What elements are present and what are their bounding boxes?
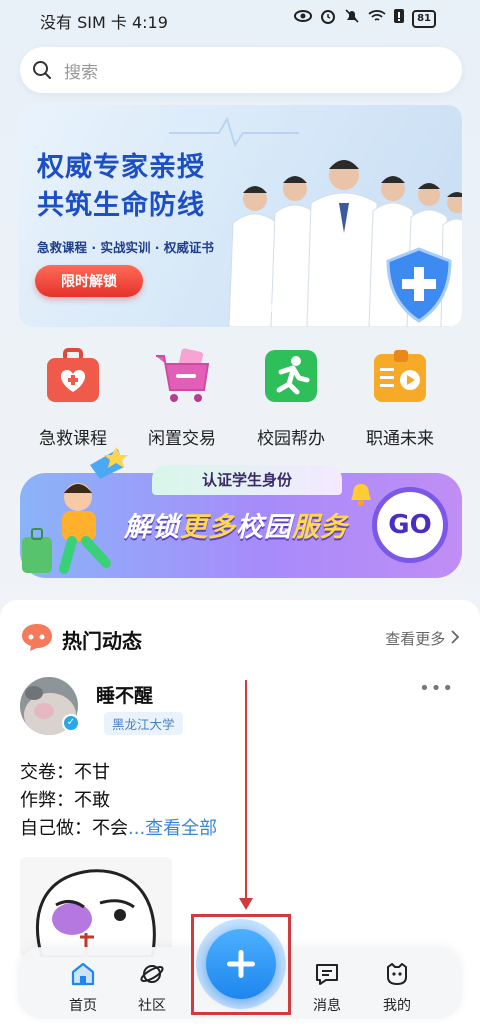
status-bar: 没有 SIM 卡 4:19 81 (0, 0, 480, 36)
status-text: 没有 SIM 卡 4:19 (40, 13, 168, 32)
quick-actions: 急救课程 闲置交易 校园帮办 职通未来 (0, 348, 480, 449)
promo-headline: 解锁更多校园服务 (124, 505, 348, 544)
nav-label: 消息 (313, 998, 341, 1014)
unlock-button[interactable]: 限时解锁 (35, 265, 143, 297)
banner-title-line1: 权威专家亲授 (37, 152, 205, 183)
promo-carousel[interactable]: 权威专家亲授 共筑生命防线 急救课程 · 实战实训 · 权威证书 限时解锁 (19, 105, 462, 327)
alarm-icon (320, 8, 336, 29)
nav-item-profile[interactable]: 我的 (367, 961, 427, 1015)
more-options-icon[interactable]: ••• (419, 678, 454, 699)
meme-face-image (20, 857, 172, 957)
search-bar[interactable]: 搜索 (20, 47, 462, 93)
banner-subtitle: 急救课程 · 实战实训 · 权威证书 (37, 240, 214, 255)
annotation-arrow-line (245, 680, 247, 902)
wifi-icon (368, 9, 386, 28)
school-badge: 黑龙江大学 (104, 712, 183, 735)
nav-label: 社区 (138, 998, 166, 1014)
alert-icon (394, 8, 405, 29)
carousel-dot-active (244, 304, 264, 312)
promo-text-campus: 校园 (236, 512, 292, 543)
nav-item-community[interactable]: 社区 (122, 961, 182, 1015)
search-input[interactable]: 搜索 (64, 58, 98, 83)
promo-text-unlock: 解锁 (124, 512, 180, 543)
quick-action-career[interactable]: 职通未来 (345, 348, 455, 449)
feed-title: 热门动态 (62, 629, 142, 653)
see-more-link[interactable]: 查看更多 (385, 628, 460, 649)
post-text-line: 交卷：不甘 (20, 762, 110, 783)
carousel-indicator (231, 304, 277, 312)
shield-icon (386, 247, 452, 323)
bell-icon (351, 484, 371, 506)
expand-link[interactable]: ...查看全部 (128, 818, 217, 839)
annotation-highlight-box (191, 914, 291, 1015)
shopping-cart-icon (156, 348, 210, 402)
status-icons: 81 (294, 8, 436, 29)
post-image[interactable] (20, 857, 172, 957)
nav-label: 首页 (69, 998, 97, 1014)
planet-icon (140, 965, 164, 983)
hot-chat-bubble-icon (22, 624, 52, 651)
first-aid-kit-icon (47, 348, 99, 402)
carousel-dot (269, 304, 277, 312)
quick-action-campus-help[interactable]: 校园帮办 (236, 348, 346, 449)
quick-action-secondhand[interactable]: 闲置交易 (127, 348, 237, 449)
profile-face-icon (387, 963, 407, 985)
battery-icon: 81 (412, 9, 436, 28)
student-verify-banner[interactable]: 认证学生身份 解锁更多校园服务 GO (20, 445, 462, 585)
post-text-line: 自己做：不会...查看全部 (20, 814, 217, 840)
see-more-label: 查看更多 (385, 630, 446, 648)
promo-tab: 认证学生身份 (152, 465, 342, 495)
carousel-dot (231, 304, 239, 312)
post-text-line: 作弊：不敢 (20, 790, 110, 811)
promo-text-service: 服务 (292, 512, 348, 543)
running-person-icon (265, 350, 317, 402)
nav-item-messages[interactable]: 消息 (297, 961, 357, 1015)
quick-action-first-aid[interactable]: 急救课程 (18, 348, 128, 449)
promo-text-more: 更多 (180, 512, 236, 543)
nav-label: 我的 (383, 998, 411, 1014)
search-icon (20, 60, 64, 80)
annotation-arrow-head (239, 898, 253, 910)
post-author[interactable]: 睡不醒 (96, 681, 153, 708)
chevron-right-icon (450, 630, 460, 648)
message-icon (316, 964, 338, 985)
eye-icon (294, 9, 313, 28)
go-button[interactable]: GO (372, 487, 448, 563)
mute-icon (344, 8, 360, 29)
home-icon (71, 962, 95, 986)
career-folder-icon (374, 350, 426, 402)
post-text-line3: 自己做：不会 (20, 818, 128, 839)
nav-item-home[interactable]: 首页 (53, 961, 113, 1015)
verified-badge-icon: ✓ (62, 714, 80, 732)
banner-title-line2: 共筑生命防线 (37, 190, 205, 221)
